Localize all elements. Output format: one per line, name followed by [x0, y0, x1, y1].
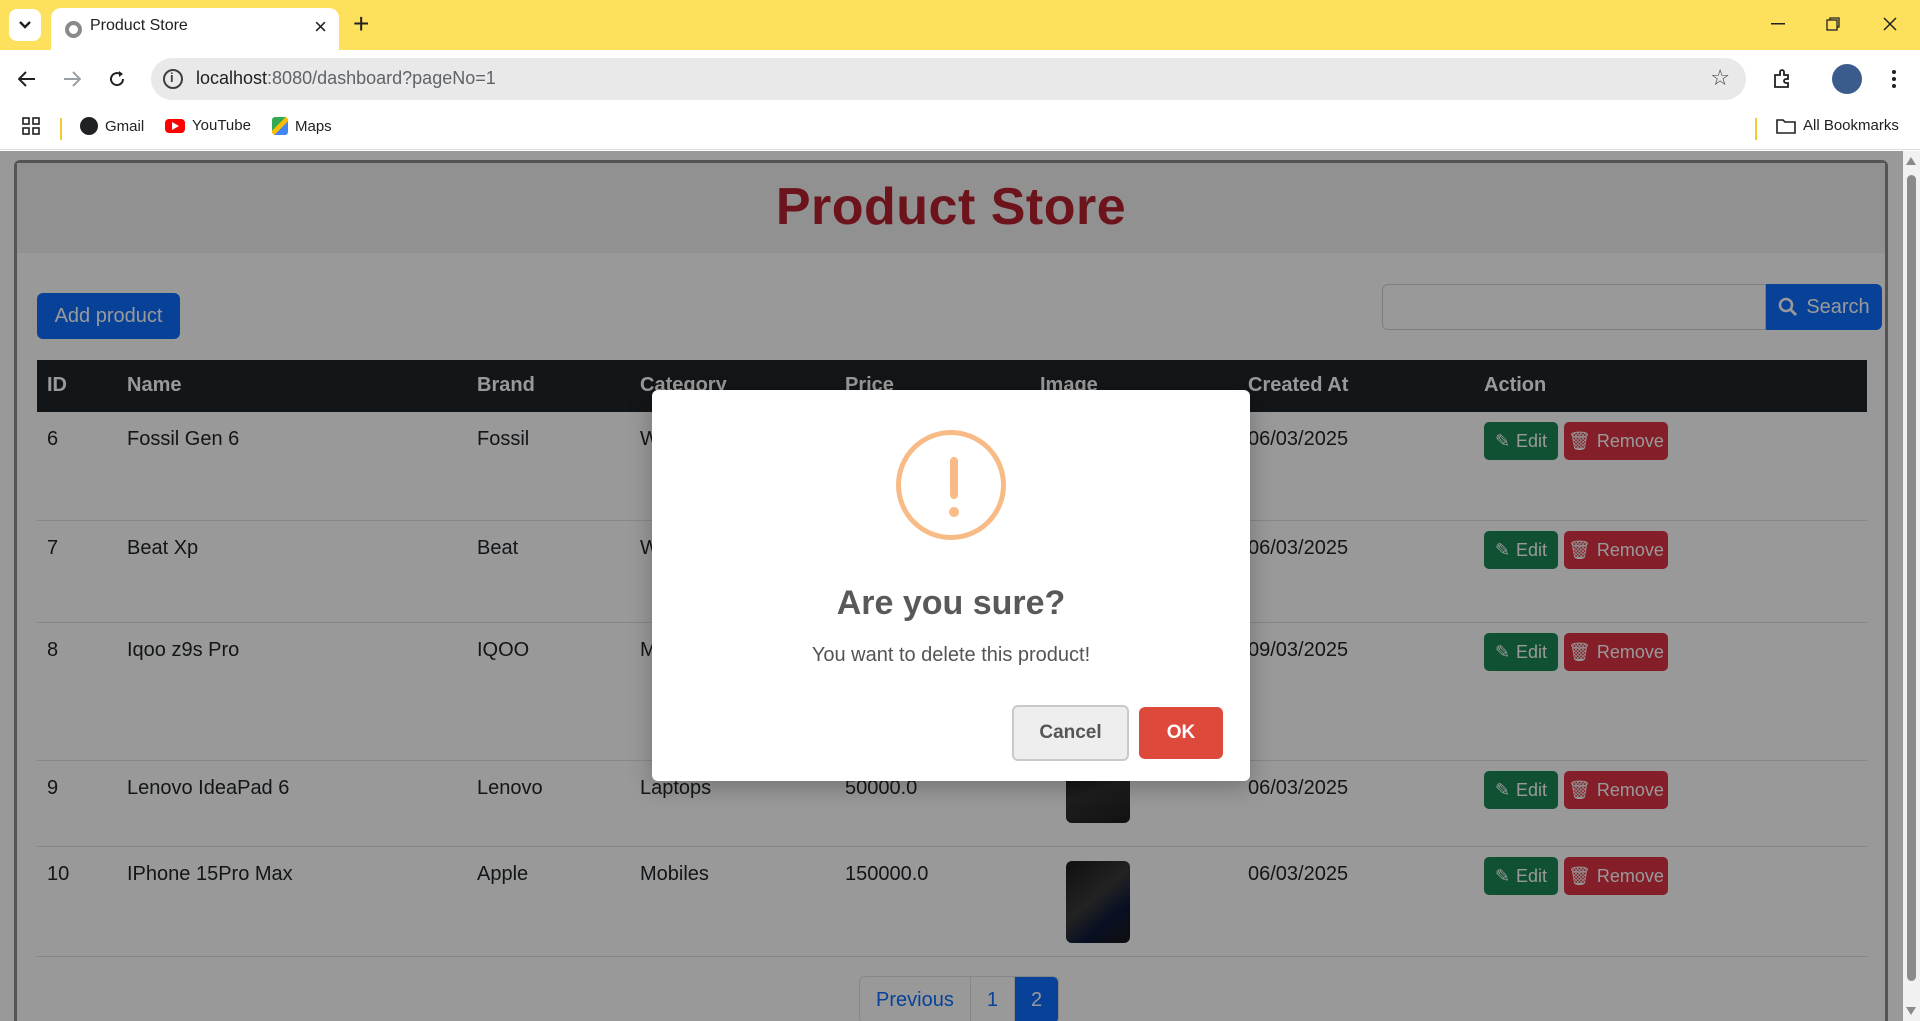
dialog-title: Are you sure? [836, 584, 1066, 622]
minimize-icon[interactable] [1758, 8, 1798, 40]
scrollbar[interactable] [1903, 151, 1920, 1021]
all-bookmarks-button[interactable]: All Bookmarks [1776, 117, 1899, 134]
confirm-dialog: Are you sure? You want to delete this pr… [652, 390, 1250, 781]
browser-titlebar: Product Store × + [0, 0, 1920, 50]
ok-button[interactable]: OK [1139, 707, 1223, 759]
chevron-down-icon [19, 21, 31, 29]
globe-icon [65, 21, 82, 38]
scrollbar-thumb[interactable] [1907, 175, 1916, 981]
browser-tab[interactable]: Product Store × [51, 8, 339, 50]
star-icon[interactable]: ☆ [1710, 66, 1730, 90]
extensions-icon[interactable] [1767, 64, 1797, 94]
reload-icon[interactable] [102, 64, 132, 94]
close-window-icon[interactable] [1870, 8, 1910, 40]
bookmark-gmail[interactable]: Gmail [80, 117, 144, 135]
tab-title: Product Store [90, 17, 188, 34]
bookmarks-divider [60, 118, 62, 140]
back-icon[interactable] [12, 64, 42, 94]
scroll-down-icon[interactable] [1906, 1007, 1916, 1015]
avatar[interactable] [1832, 64, 1862, 94]
bookmarks-bar: Gmail YouTube Maps All Bookmarks [0, 108, 1920, 150]
apps-grid-icon[interactable] [22, 117, 40, 135]
exclamation-icon [896, 430, 1006, 540]
folder-icon [1776, 118, 1796, 134]
youtube-icon [165, 118, 185, 133]
tab-search-button[interactable] [9, 9, 41, 41]
kebab-menu-icon[interactable] [1879, 64, 1909, 94]
close-icon[interactable]: × [314, 13, 327, 41]
restore-icon[interactable] [1813, 8, 1853, 40]
maps-icon [272, 117, 288, 135]
browser-toolbar: localhost:8080/dashboard?pageNo=1 ☆ [0, 50, 1920, 108]
bookmark-maps[interactable]: Maps [272, 117, 332, 135]
url-text[interactable]: localhost:8080/dashboard?pageNo=1 [196, 68, 496, 89]
cancel-button[interactable]: Cancel [1012, 705, 1129, 761]
info-icon[interactable] [163, 69, 183, 89]
bookmarks-divider [1755, 118, 1757, 140]
scroll-up-icon[interactable] [1906, 157, 1916, 165]
bookmark-youtube[interactable]: YouTube [165, 117, 251, 134]
forward-icon[interactable] [57, 64, 87, 94]
plus-icon[interactable]: + [353, 6, 369, 42]
globe-icon [80, 117, 98, 135]
dialog-message: You want to delete this product! [811, 644, 1091, 666]
address-bar[interactable]: localhost:8080/dashboard?pageNo=1 ☆ [151, 58, 1746, 100]
